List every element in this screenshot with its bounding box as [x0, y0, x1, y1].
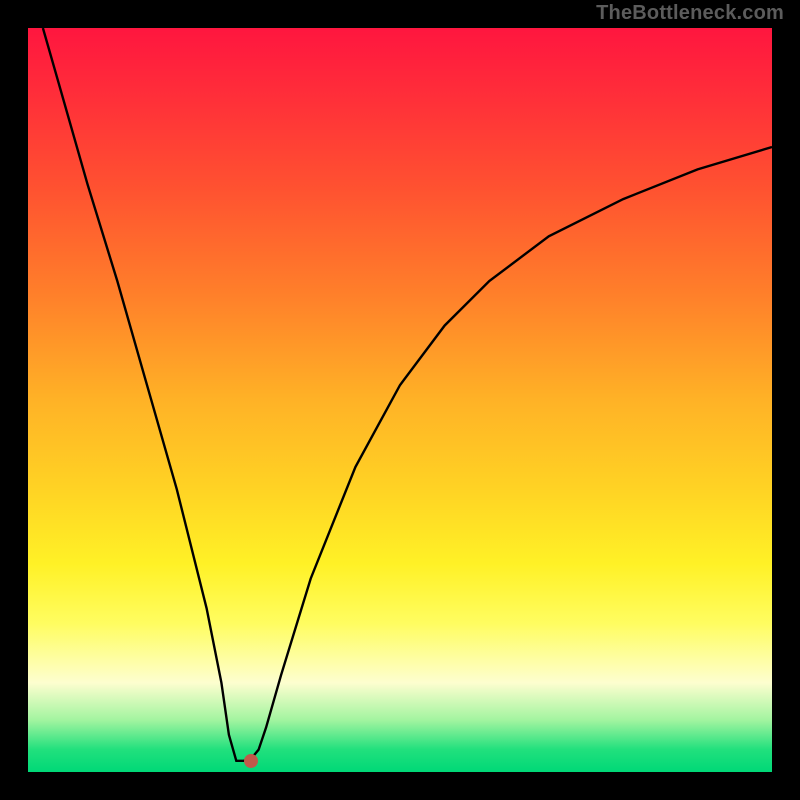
bottleneck-curve [28, 28, 772, 772]
optimum-marker-icon [244, 754, 258, 768]
attribution-text: TheBottleneck.com [596, 2, 784, 25]
chart-container: TheBottleneck.com [0, 0, 800, 800]
plot-area [28, 28, 772, 772]
